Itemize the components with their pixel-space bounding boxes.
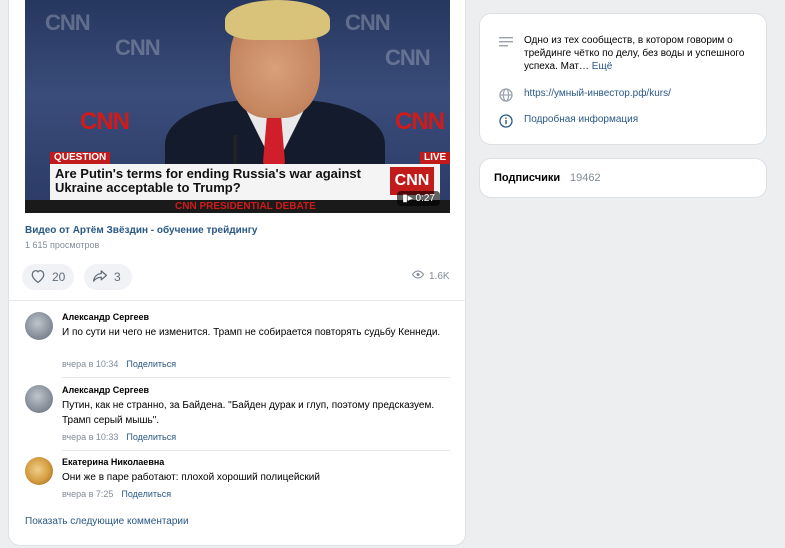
globe-icon — [498, 87, 514, 103]
comment-author[interactable]: Екатерина Николаевна — [62, 457, 164, 467]
share-button[interactable]: 3 — [84, 264, 132, 290]
cnn-backdrop-logo: CNN — [345, 10, 391, 35]
like-button[interactable]: 20 — [22, 264, 74, 290]
description-more-link[interactable]: Ещё — [592, 61, 612, 72]
like-count: 20 — [52, 270, 66, 284]
video-views: 1 615 просмотров — [25, 240, 100, 250]
debate-banner: CNN PRESIDENTIAL DEBATE — [175, 201, 316, 212]
website-link[interactable]: https://умный-инвестор.рф/kurs/ — [524, 87, 671, 101]
comment-meta: вчера в 7:25 Поделиться — [62, 489, 171, 499]
details-row: Подробная информация — [498, 113, 638, 129]
comment-share-link[interactable]: Поделиться — [121, 489, 171, 499]
comment-text: И по сути ни чего не изменится. Трамп не… — [62, 327, 441, 338]
avatar[interactable] — [25, 385, 53, 413]
duration-label: 0:27 — [415, 193, 435, 204]
cnn-backdrop-logo: CNN — [385, 45, 431, 70]
website-row: https://умный-инвестор.рф/kurs/ — [498, 87, 671, 103]
video-duration: ▮▸ 0:27 — [397, 191, 440, 206]
comment-time[interactable]: вчера в 10:33 — [62, 432, 118, 442]
comment-author[interactable]: Александр Сергеев — [62, 385, 149, 395]
cnn-backdrop-logo: CNN — [80, 108, 130, 135]
subscribers-label: Подписчики — [494, 172, 561, 184]
heart-icon — [30, 269, 46, 286]
comment-separator — [62, 450, 450, 451]
comment-meta: вчера в 10:33 Поделиться — [62, 432, 176, 442]
comment-author[interactable]: Александр Сергеев — [62, 312, 149, 322]
comment-text: Путин, как не странно, за Байдена. "Байд… — [62, 400, 435, 426]
community-description: Одно из тех сообществ, в котором говорим… — [524, 34, 754, 73]
comment-time[interactable]: вчера в 7:25 — [62, 489, 113, 499]
description-text: Одно из тех сообществ, в котором говорим… — [524, 35, 745, 72]
description-row: Одно из тех сообществ, в котором говорим… — [498, 34, 754, 73]
community-info-card: Одно из тех сообществ, в котором говорим… — [479, 13, 767, 145]
comment-text: Они же в паре работают: плохой хороший п… — [62, 472, 320, 483]
comments-divider — [8, 300, 466, 301]
subscribers-card[interactable]: Подписчики 19462 — [479, 158, 767, 198]
comment-time[interactable]: вчера в 10:34 — [62, 359, 118, 369]
share-count: 3 — [114, 270, 121, 284]
views-short: 1.6K — [429, 270, 450, 282]
details-link[interactable]: Подробная информация — [524, 113, 638, 127]
eye-icon — [411, 270, 425, 282]
avatar[interactable] — [25, 457, 53, 485]
subscribers-count: 19462 — [570, 172, 601, 184]
comment-share-link[interactable]: Поделиться — [126, 432, 176, 442]
video-title-link[interactable]: Видео от Артём Звёздин - обучение трейди… — [25, 225, 258, 236]
comment-share-link[interactable]: Поделиться — [126, 359, 176, 369]
play-icon: ▮▸ — [402, 193, 416, 204]
cnn-backdrop-logo: CNN — [395, 108, 445, 135]
speaker-hair — [225, 0, 330, 40]
cnn-backdrop-logo: CNN — [115, 35, 161, 60]
comment-separator — [62, 377, 450, 378]
avatar[interactable] — [25, 312, 53, 340]
text-lines-icon — [498, 34, 514, 50]
show-more-comments-link[interactable]: Показать следующие комментарии — [25, 516, 189, 527]
live-tag: LIVE — [420, 152, 450, 164]
comment-meta: вчера в 10:34 Поделиться — [62, 359, 176, 369]
share-arrow-icon — [92, 269, 108, 286]
debate-strip: CNN PRESIDENTIAL DEBATE — [25, 200, 450, 213]
video-player[interactable]: CNN CNN CNN CNN CNN CNN QUESTION LIVE Ar… — [25, 0, 450, 213]
lower-third-caption: Are Putin's terms for ending Russia's wa… — [55, 166, 361, 195]
cnn-backdrop-logo: CNN — [45, 10, 91, 35]
question-tag: QUESTION — [50, 152, 111, 164]
views-counter: 1.6K — [411, 270, 450, 282]
info-icon — [498, 113, 514, 129]
